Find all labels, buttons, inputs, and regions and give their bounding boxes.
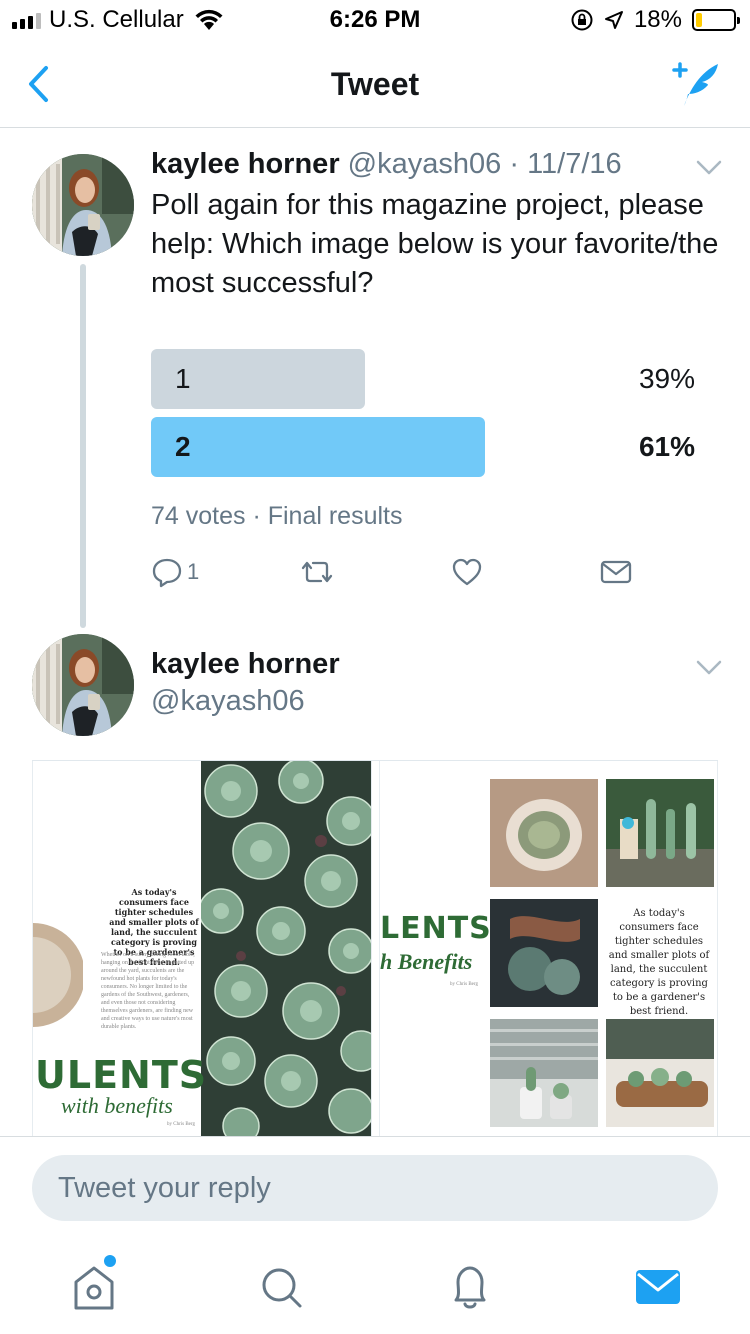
battery-icon	[692, 9, 740, 31]
cactus-pot-photo	[490, 779, 598, 887]
succulent-bowl-photo	[33, 923, 83, 1027]
author-handle[interactable]: @kayash06	[348, 148, 502, 180]
location-icon	[604, 11, 623, 29]
magazine-pull-quote: As today's consumers face tighter schedu…	[608, 908, 710, 1017]
magazine-subtitle: with benefits	[61, 1093, 173, 1118]
like-button[interactable]	[451, 556, 483, 588]
nav-bar: Tweet	[0, 40, 750, 128]
home-notification-dot	[104, 1255, 116, 1267]
magazine-title: ULENTS	[35, 1053, 208, 1097]
direct-message-button[interactable]	[599, 556, 633, 588]
author-name[interactable]: kaylee horner	[151, 648, 340, 681]
tweet-text: Poll again for this magazine project, pl…	[151, 189, 719, 299]
rotation-lock-icon	[571, 9, 593, 31]
reply-input[interactable]	[32, 1155, 718, 1221]
poll-option-percent: 61%	[638, 431, 695, 462]
log-planter-photo	[606, 1019, 714, 1127]
poll-option: 2 61%	[151, 417, 699, 477]
magazine-title: LENTS	[380, 911, 492, 946]
tweet-date[interactable]: 11/7/16	[527, 148, 622, 180]
potted-plants-window-photo	[490, 1019, 598, 1127]
reply-bar	[0, 1136, 750, 1240]
cactus-drink-photo	[606, 779, 714, 887]
like-icon	[452, 558, 482, 586]
magazine-body-text: Whether on a sunny dining room table, ha…	[101, 952, 195, 1030]
magazine-page-left[interactable]: As today's consumers face tighter schedu…	[32, 761, 372, 1136]
reply-icon	[152, 558, 182, 588]
thread-line	[80, 264, 86, 628]
separator-dot: ·	[509, 148, 519, 180]
poll-option-label: 1	[175, 363, 191, 394]
poll-option: 1 39%	[151, 349, 699, 409]
battery-percent: 18%	[633, 6, 682, 33]
status-bar: U.S. Cellular 6:26 PM 18%	[0, 0, 750, 40]
magazine-byline: by Chris Berg	[167, 1122, 195, 1127]
poll-meta: 74 votes · Final results	[151, 502, 403, 530]
author-handle[interactable]: @kayash06	[151, 685, 305, 718]
messages-icon[interactable]	[628, 1260, 688, 1316]
avatar[interactable]	[32, 634, 134, 736]
search-icon[interactable]	[252, 1260, 312, 1316]
retweet-icon	[301, 561, 333, 583]
succulent-photo	[201, 761, 371, 1136]
hands-succulent-photo	[490, 899, 598, 1007]
notifications-icon[interactable]	[440, 1260, 500, 1316]
magazine-byline: by Chris Berg	[450, 982, 478, 987]
retweet-button[interactable]	[299, 556, 335, 588]
chevron-down-icon[interactable]	[696, 660, 722, 676]
poll-option-percent: 39%	[638, 363, 695, 394]
tweet-actions: 1	[151, 556, 651, 592]
tab-bar	[0, 1240, 750, 1334]
tweet-header: kaylee horner @kayash06 · 11/7/16	[151, 148, 622, 181]
page-title: Tweet	[330, 66, 420, 102]
direct-message-icon	[600, 560, 632, 584]
magazine-subtitle: h Benefits	[380, 949, 473, 974]
poll-option-label: 2	[175, 431, 191, 462]
author-name[interactable]: kaylee horner	[151, 148, 340, 180]
compose-tweet-icon[interactable]	[670, 60, 722, 108]
home-icon[interactable]	[64, 1260, 124, 1316]
magazine-page-right[interactable]: As today's consumers face tighter schedu…	[379, 761, 718, 1136]
tweet-media[interactable]: As today's consumers face tighter schedu…	[32, 760, 718, 1136]
chevron-down-icon[interactable]	[696, 160, 722, 176]
reply-button[interactable]: 1	[151, 556, 199, 588]
poll-bar	[151, 417, 485, 477]
reply-count: 1	[187, 559, 200, 584]
battery-level	[696, 13, 703, 27]
avatar[interactable]	[32, 154, 134, 256]
